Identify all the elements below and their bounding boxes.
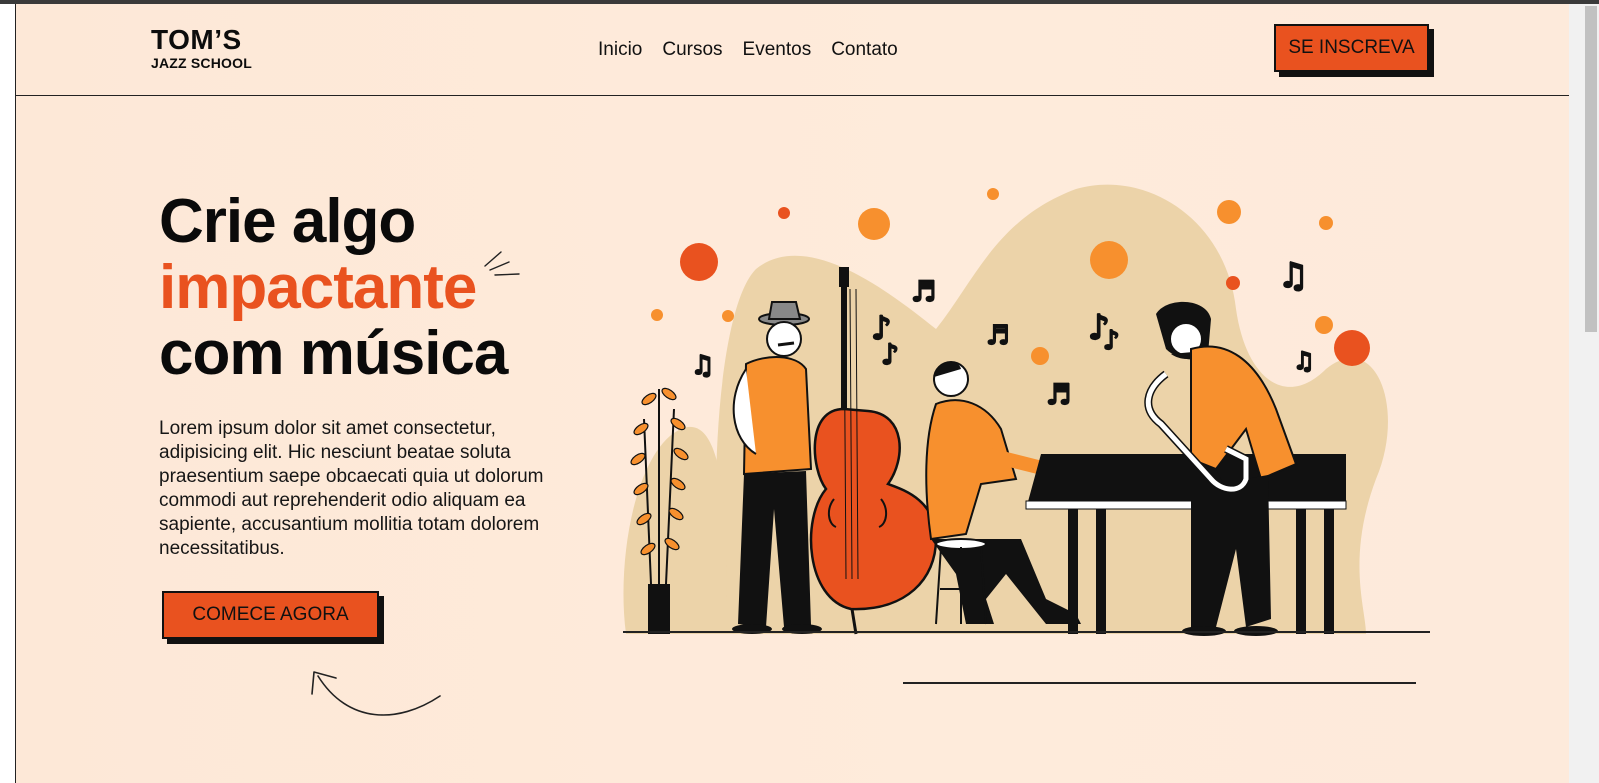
signup-button[interactable]: SE INSCREVA: [1274, 24, 1429, 72]
hero-title-line-1: Crie algo: [159, 187, 416, 256]
logo-main: TOM’S: [151, 24, 242, 55]
scrollbar-thumb[interactable]: [1585, 6, 1597, 332]
hero-title-accent: impactante: [159, 253, 477, 322]
start-now-button[interactable]: COMECE AGORA: [162, 591, 379, 639]
svg-text:♫: ♫: [691, 351, 714, 381]
logo[interactable]: TOM’S JAZZ SCHOOL: [151, 24, 252, 72]
hero-paragraph: Lorem ipsum dolor sit amet consectetur, …: [159, 418, 544, 559]
navbar: TOM’S JAZZ SCHOOL Inicio Cursos Eventos …: [16, 4, 1569, 96]
divider-line: [903, 682, 1416, 684]
nav-item-eventos[interactable]: Eventos: [743, 39, 812, 61]
svg-text:♫: ♫: [1278, 256, 1308, 296]
sparkle-icon: [484, 251, 520, 276]
logo-sub: JAZZ SCHOOL: [151, 55, 252, 71]
nav-item-inicio[interactable]: Inicio: [598, 39, 642, 61]
curved-arrow-icon: [311, 671, 441, 716]
jazz-band-illustration: ♫ ♪ ♪ ♬ ♬ ♬ ♪ ♪ ♫ ♫: [623, 184, 1430, 636]
hero-title: Crie algo impactante com música: [159, 187, 508, 388]
svg-text:♬: ♬: [986, 321, 1009, 351]
hero-title-line-3: com música: [159, 319, 508, 388]
svg-text:♬: ♬: [911, 275, 936, 308]
main-nav: Inicio Cursos Eventos Contato: [598, 39, 898, 61]
svg-text:♪: ♪: [1103, 326, 1120, 356]
nav-item-cursos[interactable]: Cursos: [662, 39, 722, 61]
svg-text:♬: ♬: [1046, 378, 1071, 411]
page: TOM’S JAZZ SCHOOL Inicio Cursos Eventos …: [15, 4, 1570, 783]
svg-text:♫: ♫: [1293, 347, 1315, 375]
svg-text:♪: ♪: [881, 338, 899, 371]
nav-item-contato[interactable]: Contato: [831, 39, 898, 61]
